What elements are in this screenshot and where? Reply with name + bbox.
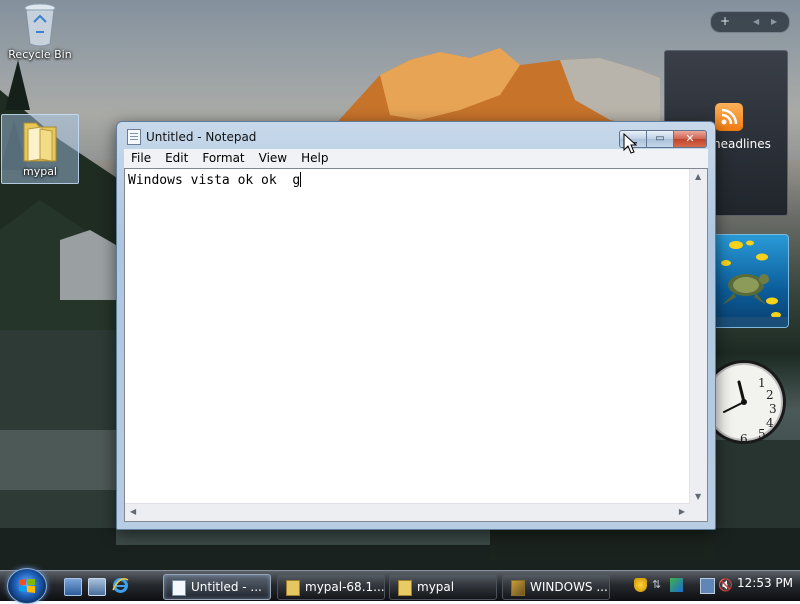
volume-muted-icon[interactable]: 🔇	[718, 578, 733, 592]
svg-text:2: 2	[766, 388, 774, 402]
svg-text:5: 5	[758, 427, 766, 441]
recycle-bin-icon	[24, 3, 56, 47]
desktop-icon-mypal[interactable]: mypal	[1, 114, 79, 184]
security-shield-icon[interactable]	[634, 578, 647, 592]
add-gadget-button[interactable]: +	[720, 14, 730, 28]
vertical-scrollbar[interactable]: ▲ ▼	[689, 169, 707, 504]
taskbar-button-mypal-installer[interactable]: mypal-68.1...	[277, 574, 385, 600]
desktop-icon-label: mypal	[22, 165, 57, 178]
scroll-up-icon[interactable]: ▲	[695, 172, 701, 181]
mouse-cursor-icon	[623, 133, 637, 154]
text-caret	[300, 172, 302, 187]
menu-help[interactable]: Help	[294, 149, 335, 168]
taskbar-button-label: WINDOWS ...	[530, 580, 608, 594]
taskbar-button-label: mypal-68.1...	[305, 580, 385, 594]
network-activity-icon[interactable]: ⇅	[652, 578, 665, 592]
taskbar: Untitled - ... mypal-68.1... mypal WINDO…	[0, 568, 800, 604]
notepad-window[interactable]: Untitled - Notepad ▁ ▭ ✕ File Edit Forma…	[116, 121, 716, 530]
sidebar-prev-button[interactable]: ◀	[753, 17, 759, 26]
desktop-icon-recycle-bin[interactable]: Recycle Bin	[5, 2, 75, 61]
taskbar-button-windows[interactable]: WINDOWS ...	[502, 574, 610, 600]
svg-text:4: 4	[766, 416, 774, 430]
application-icon	[511, 580, 525, 596]
internet-explorer-icon[interactable]	[112, 577, 129, 593]
editor-text-line: Windows vista ok ok g	[128, 172, 302, 188]
sidebar-controls: + ◀ ▶	[710, 11, 790, 33]
taskbar-button-label: Untitled - ...	[191, 580, 262, 594]
close-button[interactable]: ✕	[673, 130, 707, 148]
rss-icon	[715, 103, 743, 131]
svg-text:1: 1	[758, 376, 766, 390]
maximize-icon: ▭	[655, 133, 665, 144]
menu-bar: File Edit Format View Help	[124, 149, 708, 169]
menu-view[interactable]: View	[252, 149, 294, 168]
sea-turtle-photo	[706, 240, 788, 327]
switch-windows-icon[interactable]	[88, 578, 106, 596]
taskbar-clock[interactable]: 12:53 PM	[737, 576, 793, 590]
window-title: Untitled - Notepad	[146, 130, 257, 144]
taskbar-button-mypal-folder[interactable]: mypal	[389, 574, 497, 600]
svg-text:3: 3	[769, 402, 777, 416]
folder-icon	[398, 580, 412, 596]
text-editor-area[interactable]: Windows vista ok ok g ▲ ▼ ◀ ▶	[124, 168, 708, 522]
scroll-right-icon[interactable]: ▶	[679, 507, 685, 516]
notepad-icon	[127, 129, 141, 145]
show-desktop-icon[interactable]	[64, 578, 82, 596]
feed-gadget-title: headlines	[713, 137, 771, 151]
windows-update-icon[interactable]	[670, 578, 683, 592]
notepad-icon	[172, 580, 186, 596]
desktop-icon-label: Recycle Bin	[8, 48, 72, 61]
start-button[interactable]	[7, 568, 47, 604]
svg-text:6: 6	[740, 432, 748, 446]
scrollbar-corner	[690, 504, 707, 521]
scroll-down-icon[interactable]: ▼	[695, 492, 701, 501]
sidebar-next-button[interactable]: ▶	[771, 17, 777, 26]
windows-logo-icon	[19, 579, 35, 593]
network-connection-icon[interactable]	[700, 578, 715, 594]
close-icon: ✕	[685, 132, 695, 145]
menu-format[interactable]: Format	[195, 149, 251, 168]
archive-folder-icon	[286, 580, 300, 596]
maximize-button[interactable]: ▭	[646, 130, 673, 148]
menu-edit[interactable]: Edit	[158, 149, 195, 168]
taskbar-button-notepad[interactable]: Untitled - ...	[163, 574, 271, 600]
menu-file[interactable]: File	[124, 149, 158, 168]
slideshow-gadget[interactable]	[705, 234, 789, 328]
folder-icon	[23, 122, 57, 162]
scroll-left-icon[interactable]: ◀	[130, 507, 136, 516]
horizontal-scrollbar[interactable]: ◀ ▶	[125, 503, 690, 521]
taskbar-button-label: mypal	[417, 580, 455, 594]
editor-content: Windows vista ok ok g	[128, 173, 301, 188]
